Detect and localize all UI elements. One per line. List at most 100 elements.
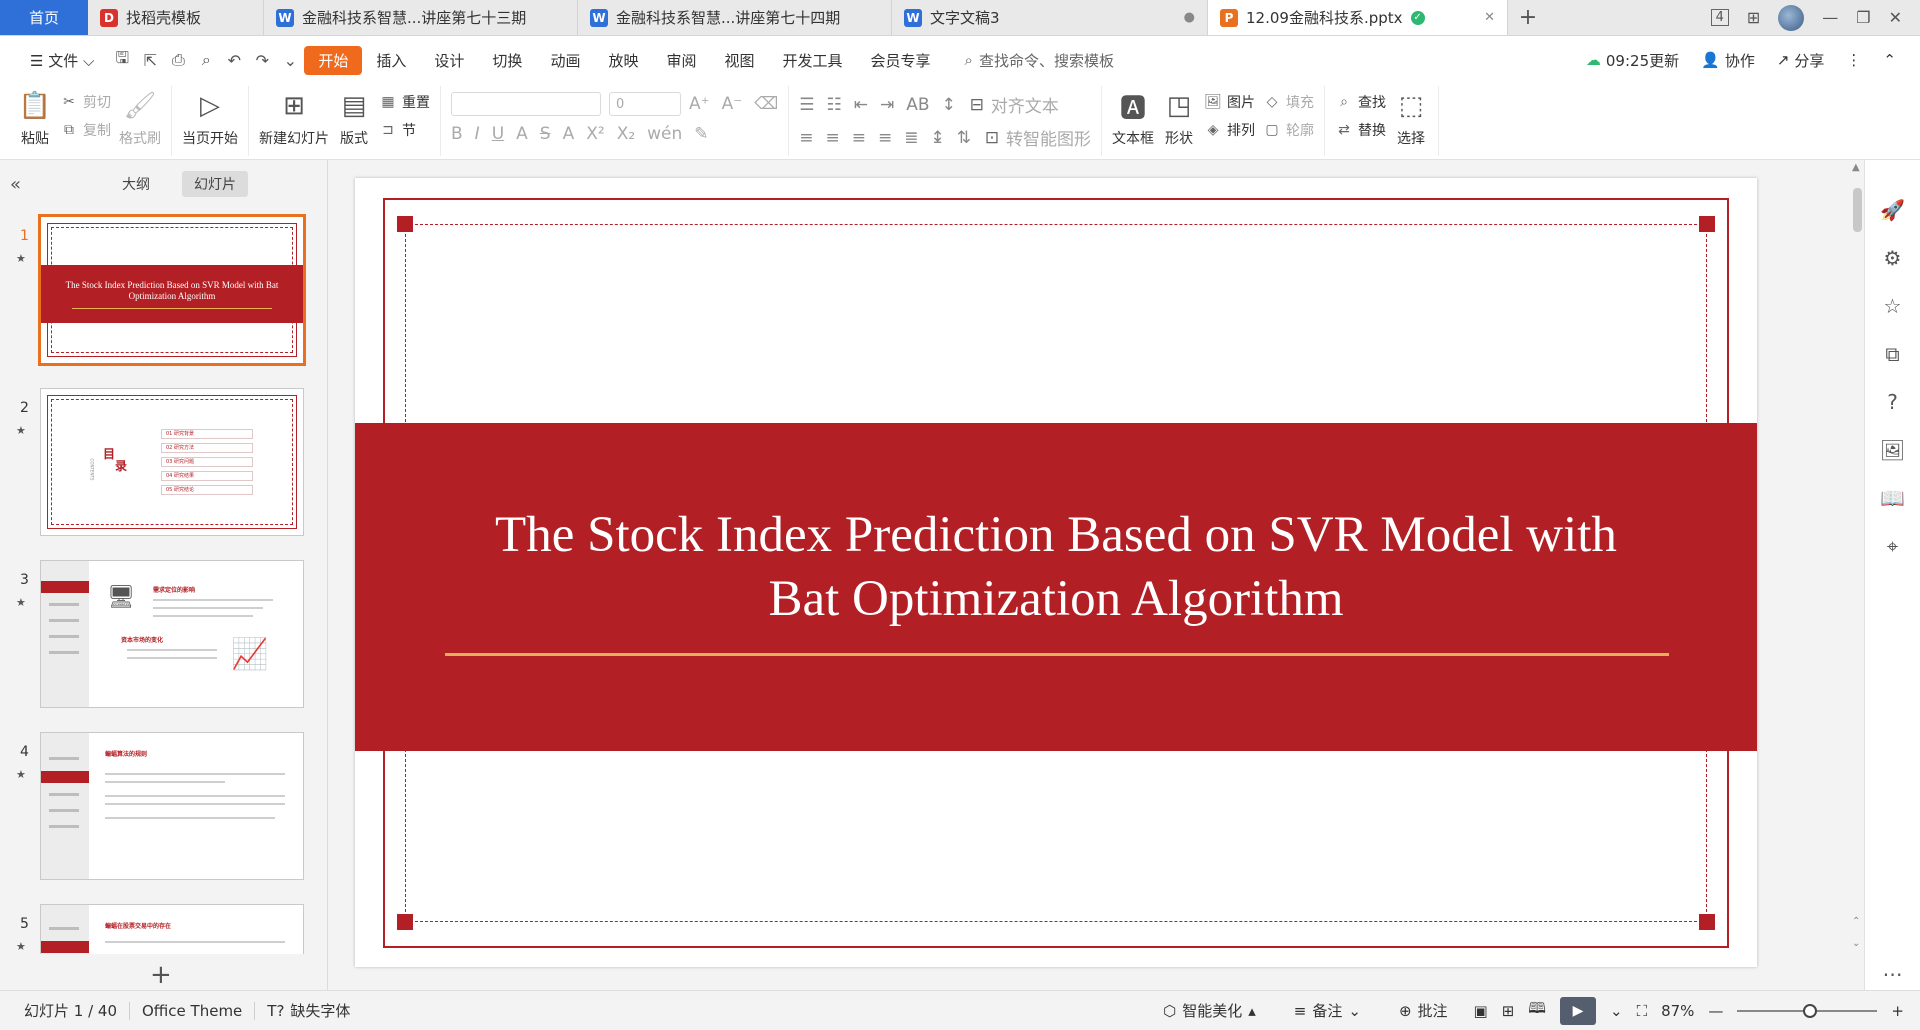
normal-view-icon[interactable]: ▣ xyxy=(1474,1002,1488,1020)
font-color-icon[interactable]: A xyxy=(563,124,575,144)
redo-icon[interactable]: ↷ xyxy=(248,46,276,74)
missing-font-button[interactable]: T? 缺失字体 xyxy=(255,1000,362,1021)
beautify-button[interactable]: ⬡ 智能美化 ▴ xyxy=(1151,1000,1268,1021)
outdent-icon[interactable]: ⇤ xyxy=(854,95,868,115)
hamburger-menu[interactable]: ☰ 文件 ⌵ xyxy=(16,46,108,75)
copy-button[interactable]: ⧉ 复制 xyxy=(60,120,111,140)
preview-icon[interactable]: ⌕ xyxy=(192,46,220,74)
close-tab-icon[interactable]: ✕ xyxy=(1484,10,1495,25)
help-icon[interactable]: ? xyxy=(1887,390,1898,414)
restore-icon[interactable]: ❐ xyxy=(1856,8,1870,27)
slide-thumbnail-4[interactable]: 蝙蝠算法的规则 xyxy=(40,732,304,880)
scrollbar-thumb[interactable] xyxy=(1853,188,1862,232)
grid-apps-icon[interactable]: ⊞ xyxy=(1747,8,1760,27)
copy-slide-icon[interactable]: ⧉ xyxy=(1885,342,1899,366)
italic-icon[interactable]: I xyxy=(475,124,480,144)
sorter-view-icon[interactable]: ⊞ xyxy=(1502,1002,1515,1020)
subscript-icon[interactable]: X₂ xyxy=(617,124,635,144)
collapse-ribbon-icon[interactable]: ⌃ xyxy=(1883,51,1896,69)
shadow-icon[interactable]: A xyxy=(516,124,528,144)
share-button[interactable]: ↗ 分享 xyxy=(1777,50,1825,71)
customize-dropdown-icon[interactable]: ⌄ xyxy=(276,46,304,74)
format-painter-button[interactable]: 🖌 格式刷 xyxy=(119,86,161,148)
notes-button[interactable]: ≡ 备注 ⌄ xyxy=(1282,1000,1373,1021)
fill-button[interactable]: ◇ 填充 xyxy=(1263,92,1314,112)
tab-slides[interactable]: 幻灯片 xyxy=(182,171,248,197)
line-spacing-icon[interactable]: ↨ xyxy=(931,128,945,148)
add-slide-button[interactable]: + xyxy=(150,960,172,990)
clear-format-icon[interactable]: ⌫ xyxy=(754,94,778,114)
font-size-select[interactable]: 0 xyxy=(609,92,681,116)
new-slide-button[interactable]: ⊞ 新建幻灯片 xyxy=(259,86,329,148)
tab-insert[interactable]: 插入 xyxy=(362,46,420,75)
star-edit-icon[interactable]: ☆ xyxy=(1884,294,1902,318)
current-slide[interactable]: The Stock Index Prediction Based on SVR … xyxy=(355,178,1757,967)
smart-graphic-button[interactable]: ⊡ 转智能图形 xyxy=(983,125,1091,151)
reading-view-icon[interactable]: 🕮 xyxy=(1528,998,1546,1023)
justify-icon[interactable]: ≡ xyxy=(878,128,892,148)
minimize-icon[interactable]: — xyxy=(1822,8,1838,27)
tab-home-ribbon[interactable]: 开始 xyxy=(304,45,363,75)
zoom-out-icon[interactable]: — xyxy=(1708,1002,1723,1020)
indent-icon[interactable]: ⇥ xyxy=(880,95,894,115)
numbered-list-icon[interactable]: ☷ xyxy=(827,95,842,115)
sliders-icon[interactable]: ⚙ xyxy=(1884,246,1902,270)
tab-doc-74[interactable]: W 金融科技系智慧...讲座第七十四期 xyxy=(578,0,892,35)
align-left-icon[interactable]: ≡ xyxy=(799,128,813,148)
more-dots-icon[interactable]: ⋯ xyxy=(1883,962,1903,986)
next-slide-icon[interactable]: ⌄ xyxy=(1852,938,1860,949)
tab-design[interactable]: 设计 xyxy=(420,46,478,75)
more-icon[interactable]: ⋮ xyxy=(1846,51,1861,69)
tab-animation[interactable]: 动画 xyxy=(536,46,594,75)
tab-doc-3[interactable]: W 文字文稿3 ● xyxy=(892,0,1208,35)
slide-thumbnail-3[interactable]: 🖥 需求定位的影响 资本市场的变化 📈 xyxy=(40,560,304,708)
play-options-icon[interactable]: ⌄ xyxy=(1610,1002,1623,1020)
select-button[interactable]: ⬚ 选择 xyxy=(1394,86,1428,148)
tab-outline[interactable]: 大纲 xyxy=(110,171,162,197)
zoom-slider-knob[interactable] xyxy=(1803,1003,1818,1018)
tab-member[interactable]: 会员专享 xyxy=(857,46,945,75)
strikethrough-icon[interactable]: S xyxy=(540,124,551,144)
highlight-icon[interactable]: ✎ xyxy=(694,124,708,144)
rocket-icon[interactable]: 🚀 xyxy=(1880,198,1905,222)
play-slideshow-button[interactable]: ▶ xyxy=(1559,996,1596,1025)
play-from-current-button[interactable]: ▷ 当页开始 xyxy=(182,86,238,148)
location-icon[interactable]: ⌖ xyxy=(1887,534,1898,558)
paragraph-spacing-icon[interactable]: ⇅ xyxy=(957,128,971,148)
zoom-slider[interactable] xyxy=(1737,1003,1878,1018)
sort-icon[interactable]: ↕ xyxy=(942,95,956,115)
slide-title[interactable]: The Stock Index Prediction Based on SVR … xyxy=(456,503,1656,631)
tab-transition[interactable]: 切换 xyxy=(478,46,536,75)
bold-icon[interactable]: B xyxy=(451,124,463,144)
image-tool-icon[interactable]: 🖼 xyxy=(1880,438,1905,462)
slide-thumbnail-5[interactable]: 蝙蝠在股票交易中的存在 xyxy=(40,904,304,954)
collaborate-button[interactable]: 👤 协作 xyxy=(1701,50,1755,71)
cut-button[interactable]: ✂ 剪切 xyxy=(60,92,111,112)
comments-button[interactable]: ⊕ 批注 xyxy=(1387,1000,1460,1021)
book-icon[interactable]: 📖 xyxy=(1880,486,1905,510)
bullet-list-icon[interactable]: ☰ xyxy=(799,95,814,115)
shrink-font-icon[interactable]: A⁻ xyxy=(722,94,743,114)
tab-review[interactable]: 审阅 xyxy=(652,46,710,75)
tab-template-store[interactable]: D 找稻壳模板 xyxy=(88,0,264,35)
textbox-button[interactable]: 🅰 文本框 xyxy=(1112,86,1154,148)
new-tab-button[interactable]: + xyxy=(1508,0,1548,35)
distribute-icon[interactable]: ≣ xyxy=(904,128,918,148)
collapse-panel-icon[interactable]: « xyxy=(10,174,90,195)
superscript-icon[interactable]: X² xyxy=(586,124,604,144)
layout-button[interactable]: ▤ 版式 xyxy=(337,86,371,148)
tab-developer[interactable]: 开发工具 xyxy=(769,46,857,75)
export-icon[interactable]: ⇱ xyxy=(136,46,164,74)
phonetic-icon[interactable]: wén xyxy=(647,124,682,144)
tab-doc-73[interactable]: W 金融科技系智慧...讲座第七十三期 xyxy=(264,0,578,35)
undo-icon[interactable]: ↶ xyxy=(220,46,248,74)
underline-icon[interactable]: U xyxy=(492,124,504,144)
tab-view[interactable]: 视图 xyxy=(710,46,768,75)
tab-count-badge[interactable]: 4 xyxy=(1710,9,1729,26)
command-search[interactable]: ⌕ 查找命令、搜索模板 xyxy=(965,50,1114,71)
font-family-select[interactable] xyxy=(451,92,601,116)
align-text-button[interactable]: ⊟ 对齐文本 xyxy=(968,92,1059,118)
zoom-level[interactable]: 87% xyxy=(1661,1002,1694,1020)
theme-name[interactable]: Office Theme xyxy=(130,1002,254,1020)
arrange-button[interactable]: ◈ 排列 xyxy=(1204,120,1255,140)
